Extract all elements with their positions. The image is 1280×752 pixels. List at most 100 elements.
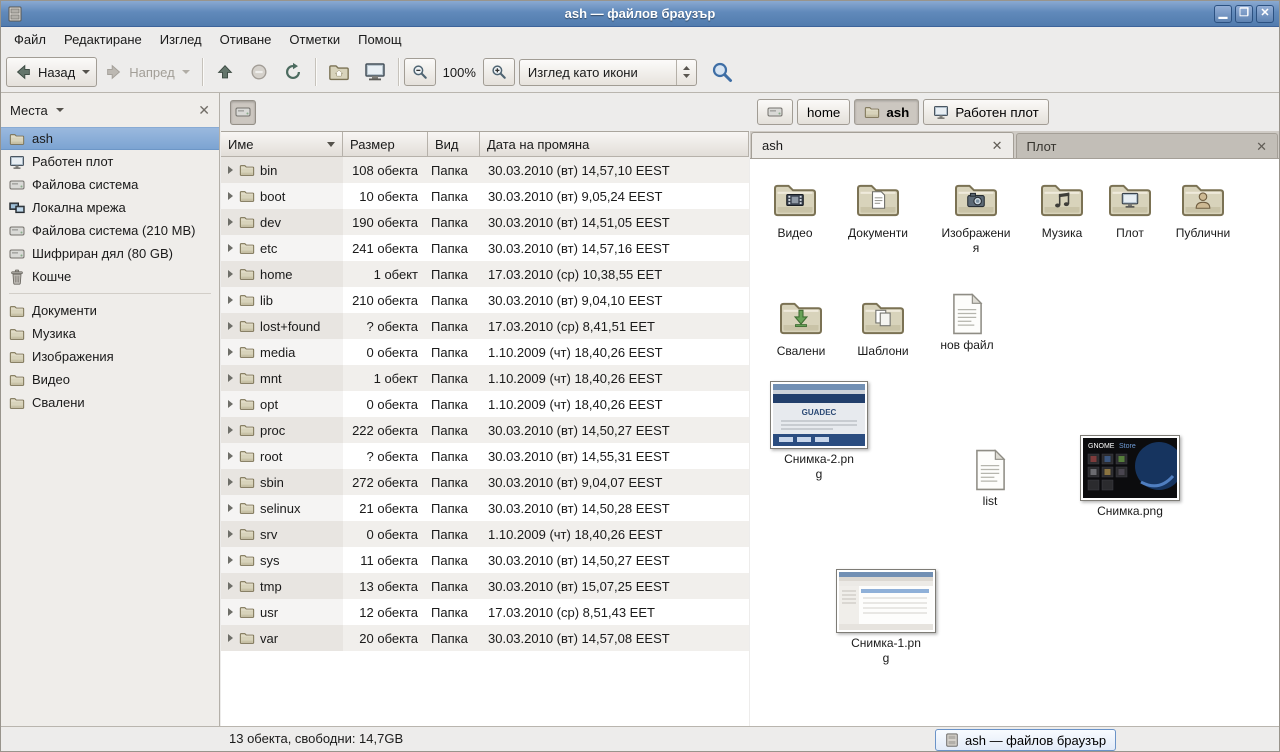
stop-button[interactable]: [242, 57, 276, 87]
icon-item-list[interactable]: list: [945, 449, 1035, 509]
table-row[interactable]: tmp13 обектаПапка30.03.2010 (вт) 15,07,2…: [221, 573, 749, 599]
expander-icon[interactable]: [228, 582, 233, 590]
expander-icon[interactable]: [228, 634, 233, 642]
icon-item-downloads[interactable]: Свалени: [756, 293, 846, 359]
expander-icon[interactable]: [228, 504, 233, 512]
sidebar-item-video[interactable]: Видео: [1, 368, 219, 391]
view-mode-combo[interactable]: Изглед като икони: [519, 59, 697, 86]
sidebar-item-documents[interactable]: Документи: [1, 299, 219, 322]
table-row[interactable]: dev190 обектаПапка30.03.2010 (вт) 14,51,…: [221, 209, 749, 235]
zoom-out-button[interactable]: [404, 58, 436, 86]
minimize-button[interactable]: ▁: [1214, 5, 1232, 23]
table-row[interactable]: sbin272 обектаПапка30.03.2010 (вт) 9,04,…: [221, 469, 749, 495]
table-row[interactable]: etc241 обектаПапка30.03.2010 (вт) 14,57,…: [221, 235, 749, 261]
table-row[interactable]: lost+found? обектаПапка17.03.2010 (ср) 8…: [221, 313, 749, 339]
path-button-root[interactable]: [757, 99, 793, 125]
menu-go[interactable]: Отиване: [211, 28, 281, 51]
icon-item-public[interactable]: Публични: [1158, 175, 1248, 241]
tab-ash[interactable]: ash✕: [751, 132, 1014, 158]
icon-item-new-file[interactable]: нов файл: [922, 293, 1012, 353]
menu-edit[interactable]: Редактиране: [55, 28, 151, 51]
table-row[interactable]: mnt1 обектПапка1.10.2009 (чт) 18,40,26 E…: [221, 365, 749, 391]
sidebar-item-music[interactable]: Музика: [1, 322, 219, 345]
path-button-home[interactable]: home: [797, 99, 850, 125]
table-row[interactable]: sys11 обектаПапка30.03.2010 (вт) 14,50,2…: [221, 547, 749, 573]
table-row[interactable]: boot10 обектаПапка30.03.2010 (вт) 9,05,2…: [221, 183, 749, 209]
icon-view[interactable]: ВидеоДокументиИзображенияМузикаПлотПубли…: [750, 159, 1279, 726]
expander-icon[interactable]: [228, 452, 233, 460]
forward-button[interactable]: Напред: [97, 57, 196, 87]
tab-plot[interactable]: Плот✕: [1016, 133, 1279, 158]
table-row[interactable]: var20 обектаПапка30.03.2010 (вт) 14,57,0…: [221, 625, 749, 651]
column-header-size[interactable]: Размер: [343, 132, 428, 157]
expander-icon[interactable]: [228, 556, 233, 564]
window-list-button[interactable]: ash — файлов браузър: [935, 729, 1116, 751]
back-button[interactable]: Назад: [6, 57, 97, 87]
reload-button[interactable]: [276, 57, 310, 87]
expander-icon[interactable]: [228, 478, 233, 486]
sidebar-title[interactable]: Места: [10, 103, 48, 118]
zoom-in-button[interactable]: [483, 58, 515, 86]
expander-icon[interactable]: [228, 322, 233, 330]
tab-close-icon[interactable]: ✕: [992, 139, 1003, 152]
expander-icon[interactable]: [228, 270, 233, 278]
home-button[interactable]: [321, 56, 357, 88]
expander-icon[interactable]: [228, 244, 233, 252]
expander-icon[interactable]: [228, 296, 233, 304]
table-row[interactable]: lib210 обектаПапка30.03.2010 (вт) 9,04,1…: [221, 287, 749, 313]
expander-icon[interactable]: [228, 192, 233, 200]
column-header-name[interactable]: Име: [221, 132, 343, 157]
menu-view[interactable]: Изглед: [151, 28, 211, 51]
table-row[interactable]: usr12 обектаПапка17.03.2010 (ср) 8,51,43…: [221, 599, 749, 625]
path-button-ash[interactable]: ash: [854, 99, 919, 125]
expander-icon[interactable]: [228, 530, 233, 538]
expander-icon[interactable]: [228, 374, 233, 382]
column-header-date-modified[interactable]: Дата на промяна: [480, 132, 749, 157]
icon-item-templates[interactable]: Шаблони: [838, 293, 928, 359]
table-row[interactable]: media0 обектаПапка1.10.2009 (чт) 18,40,2…: [221, 339, 749, 365]
table-row[interactable]: proc222 обектаПапка30.03.2010 (вт) 14,50…: [221, 417, 749, 443]
menu-help[interactable]: Помощ: [349, 28, 410, 51]
path-button-desktop[interactable]: Работен плот: [923, 99, 1048, 125]
computer-button[interactable]: [357, 56, 393, 88]
close-button[interactable]: ✕: [1256, 5, 1274, 23]
menu-bookmarks[interactable]: Отметки: [280, 28, 349, 51]
places-dropdown-icon[interactable]: [56, 108, 64, 112]
table-row[interactable]: selinux21 обектаПапка30.03.2010 (вт) 14,…: [221, 495, 749, 521]
sidebar-item-volume-210mb[interactable]: Файлова система (210 MB): [1, 219, 219, 242]
sidebar-item-filesystem[interactable]: Файлова система: [1, 173, 219, 196]
icon-item-pictures[interactable]: Изображения: [931, 175, 1021, 256]
path-button-root[interactable]: [230, 100, 256, 125]
table-row[interactable]: bin108 обектаПапка30.03.2010 (вт) 14,57,…: [221, 157, 749, 183]
zoom-level[interactable]: 100%: [436, 61, 483, 84]
column-header-type[interactable]: Вид: [428, 132, 480, 157]
sidebar-item-trash[interactable]: Кошче: [1, 265, 219, 288]
sidebar-item-ash[interactable]: ash: [1, 127, 219, 150]
maximize-button[interactable]: ❒: [1235, 5, 1253, 23]
table-row[interactable]: srv0 обектаПапка1.10.2009 (чт) 18,40,26 …: [221, 521, 749, 547]
titlebar[interactable]: ash — файлов браузър ▁ ❒ ✕: [1, 1, 1279, 27]
icon-item-video[interactable]: Видео: [750, 175, 840, 241]
sidebar-item-downloads[interactable]: Свалени: [1, 391, 219, 414]
expander-icon[interactable]: [228, 426, 233, 434]
sidebar-item-network[interactable]: Локална мрежа: [1, 196, 219, 219]
sidebar-item-pictures[interactable]: Изображения: [1, 345, 219, 368]
sidebar-item-encrypted-80gb[interactable]: Шифриран дял (80 GB): [1, 242, 219, 265]
table-row[interactable]: home1 обектПапка17.03.2010 (ср) 10,38,55…: [221, 261, 749, 287]
icon-item-snimka[interactable]: GNOMEStoreСнимка.png: [1075, 435, 1185, 519]
sidebar-item-desktop[interactable]: Работен плот: [1, 150, 219, 173]
expander-icon[interactable]: [228, 166, 233, 174]
table-row[interactable]: opt0 обектаПапка1.10.2009 (чт) 18,40,26 …: [221, 391, 749, 417]
sidebar-close-icon[interactable]: ✕: [198, 102, 210, 119]
table-row[interactable]: root? обектаПапка30.03.2010 (вт) 14,55,3…: [221, 443, 749, 469]
expander-icon[interactable]: [228, 608, 233, 616]
menu-file[interactable]: Файл: [5, 28, 55, 51]
up-button[interactable]: [208, 57, 242, 87]
icon-item-snimka-2[interactable]: GUADECСнимка-2.png: [764, 381, 874, 482]
expander-icon[interactable]: [228, 348, 233, 356]
icon-item-snimka-1[interactable]: Снимка-1.png: [831, 569, 941, 666]
expander-icon[interactable]: [228, 218, 233, 226]
tab-close-icon[interactable]: ✕: [1256, 140, 1267, 153]
search-button[interactable]: [703, 55, 741, 89]
icon-item-documents[interactable]: Документи: [833, 175, 923, 241]
